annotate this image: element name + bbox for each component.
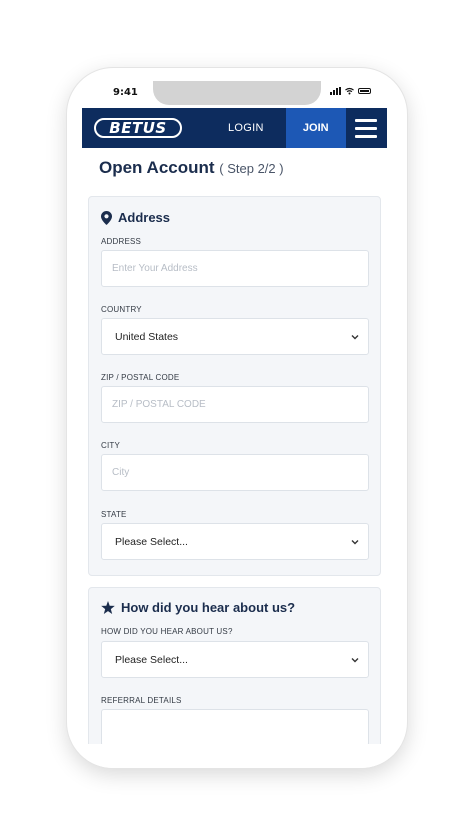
country-label: COUNTRY xyxy=(101,305,142,314)
page-title: Open Account ( Step 2/2 ) xyxy=(99,158,284,178)
page-title-text: Open Account xyxy=(99,158,215,177)
country-select[interactable]: United States xyxy=(101,318,369,355)
home-indicator-area xyxy=(67,744,407,768)
country-select-value: United States xyxy=(115,330,179,343)
star-icon xyxy=(101,601,115,614)
login-link[interactable]: LOGIN xyxy=(228,122,264,134)
page-content: Open Account ( Step 2/2 ) Address ADDRES… xyxy=(82,148,387,744)
address-input[interactable] xyxy=(101,250,369,287)
address-section-title: Address xyxy=(101,210,170,225)
address-title-text: Address xyxy=(118,210,171,225)
hear-label: HOW DID YOU HEAR ABOUT US? xyxy=(101,627,233,636)
state-label: STATE xyxy=(101,510,127,519)
city-input[interactable] xyxy=(101,454,369,491)
referral-input[interactable] xyxy=(101,709,369,744)
zip-input[interactable] xyxy=(101,386,369,423)
betus-logo[interactable]: BETUS xyxy=(94,118,182,138)
hear-title-text: How did you hear about us? xyxy=(121,600,296,615)
map-pin-icon xyxy=(101,210,112,225)
state-select[interactable]: Please Select... xyxy=(101,523,369,560)
address-label: ADDRESS xyxy=(101,237,142,246)
status-icons xyxy=(330,87,371,95)
phone-notch xyxy=(153,81,321,105)
chevron-down-icon xyxy=(351,658,359,663)
hear-section-title: How did you hear about us? xyxy=(101,600,295,615)
city-label: CITY xyxy=(101,441,121,450)
state-select-value: Please Select... xyxy=(115,535,188,548)
referral-label: REFERRAL DETAILS xyxy=(101,696,182,705)
hear-about-us-card: How did you hear about us? HOW DID YOU H… xyxy=(88,587,381,744)
battery-icon xyxy=(358,88,371,94)
chevron-down-icon xyxy=(351,540,359,545)
zip-label: ZIP / POSTAL CODE xyxy=(101,373,180,382)
chevron-down-icon xyxy=(351,335,359,340)
wifi-icon xyxy=(345,87,354,95)
hear-select[interactable]: Please Select... xyxy=(101,641,369,678)
phone-frame: 9:41 BETUS LOGIN JOIN Open Account ( Ste… xyxy=(67,68,407,768)
status-time: 9:41 xyxy=(113,87,138,98)
top-navbar: BETUS LOGIN JOIN xyxy=(82,108,387,148)
address-card: Address ADDRESS COUNTRY United States ZI… xyxy=(88,196,381,576)
hamburger-menu-icon[interactable] xyxy=(346,118,387,138)
signal-icon xyxy=(330,87,341,95)
page-step: ( Step 2/2 ) xyxy=(219,161,284,176)
join-button[interactable]: JOIN xyxy=(285,108,346,148)
hear-select-value: Please Select... xyxy=(115,653,188,666)
